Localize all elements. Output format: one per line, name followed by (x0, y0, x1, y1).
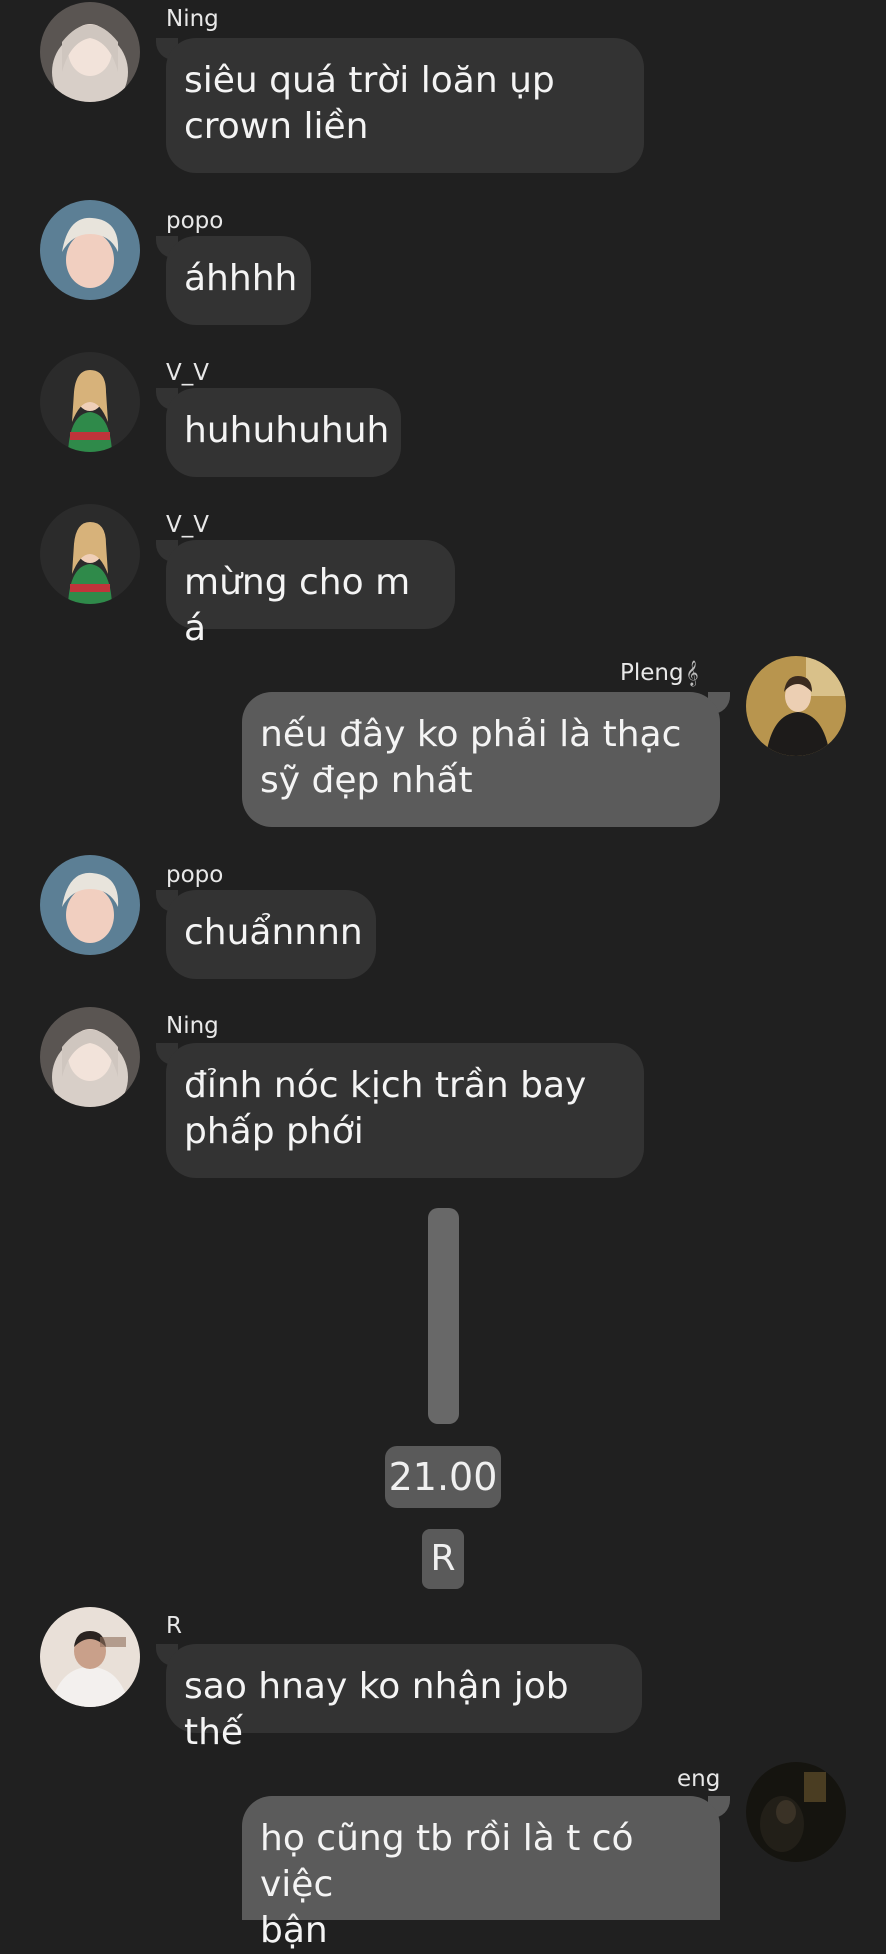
message-bubble[interactable]: họ cũng tb rồi là t có việc bận (242, 1796, 720, 1951)
sender-name: Pleng𝄞 (620, 660, 699, 686)
music-note-icon: 𝄞 (685, 661, 699, 686)
message-bubble[interactable]: sao hnay ko nhận job thế (166, 1644, 642, 1753)
avatar-popo[interactable] (40, 855, 140, 955)
avatar-ning[interactable] (40, 1007, 140, 1107)
sender-name: eng (677, 1766, 721, 1792)
letter-index-marker: R (422, 1529, 464, 1589)
sender-name: Ning (166, 6, 219, 32)
sender-name: popo (166, 862, 224, 888)
message-bubble[interactable]: huhuhuhuh (166, 388, 401, 477)
sender-name: V_V (166, 512, 209, 538)
sender-name: V_V (166, 360, 209, 386)
avatar-eng[interactable] (746, 1762, 846, 1862)
avatar-ning[interactable] (40, 2, 140, 102)
sender-name: Ning (166, 1013, 219, 1039)
avatar-pleng[interactable] (746, 656, 846, 756)
message-bubble[interactable]: nếu đây ko phải là thạc sỹ đẹp nhất (242, 692, 720, 827)
message-bubble[interactable]: mừng cho m á (166, 540, 455, 649)
message-bubble[interactable]: đỉnh nóc kịch trần bay phấp phới (166, 1043, 644, 1178)
message-bubble[interactable]: áhhhh (166, 236, 311, 325)
avatar-v-v[interactable] (40, 352, 140, 452)
sender-name: popo (166, 208, 224, 234)
scrollbar-thumb[interactable] (428, 1208, 459, 1424)
sender-name: R (166, 1613, 182, 1639)
time-marker: 21.00 (385, 1446, 501, 1508)
message-bubble[interactable]: siêu quá trời loăn ụp crown liền (166, 38, 644, 173)
message-bubble[interactable]: chuẩnnnn (166, 890, 376, 979)
avatar-popo[interactable] (40, 200, 140, 300)
avatar-v-v[interactable] (40, 504, 140, 604)
avatar-r[interactable] (40, 1607, 140, 1707)
